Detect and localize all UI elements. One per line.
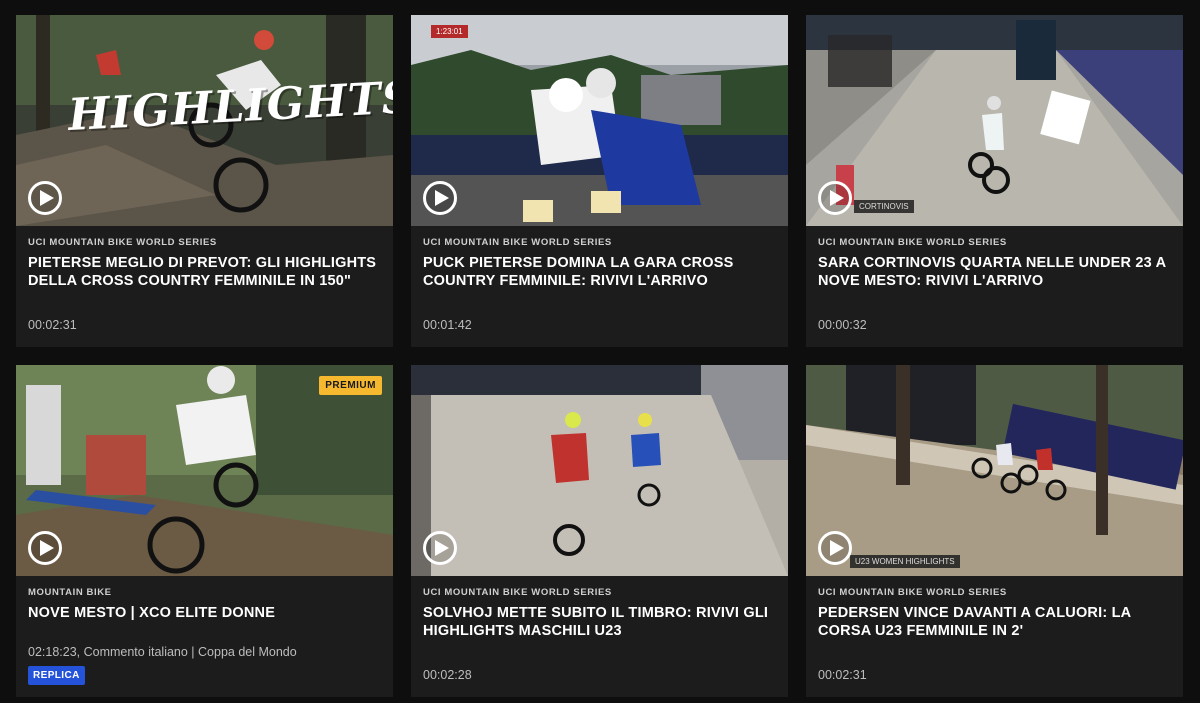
video-duration: 00:02:31 [28,318,77,332]
video-duration: 00:01:42 [423,318,472,332]
video-category: MOUNTAIN BIKE [28,587,112,598]
video-duration: 00:00:32 [818,318,867,332]
video-card[interactable]: UCI MOUNTAIN BIKE WORLD SERIES SOLVHOJ M… [411,365,788,697]
video-card[interactable]: PREMIUM MOUNTAIN BIKE NOVE MESTO | XCO E… [16,365,393,697]
play-icon[interactable] [423,531,457,565]
thumbnail-image [806,15,1183,226]
play-icon[interactable] [423,181,457,215]
highlights-overlay-tag: U23 WOMEN HIGHLIGHTS [850,555,960,568]
video-category: UCI MOUNTAIN BIKE WORLD SERIES [818,237,1007,248]
video-meta: 02:18:23, Commento italiano | Coppa del … [28,645,297,659]
thumbnail-image [806,365,1183,576]
video-thumbnail[interactable]: PREMIUM [16,365,393,576]
video-category: UCI MOUNTAIN BIKE WORLD SERIES [423,587,612,598]
video-card[interactable]: 1:23:01 UCI MOUNTAIN BIKE WORLD SERIES P… [411,15,788,347]
video-category: UCI MOUNTAIN BIKE WORLD SERIES [818,587,1007,598]
thumbnail-image [411,365,788,576]
play-icon[interactable] [818,531,852,565]
video-category: UCI MOUNTAIN BIKE WORLD SERIES [423,237,612,248]
play-icon[interactable] [28,531,62,565]
video-grid: HIGHLIGHTS UCI MOUNTAIN BIKE WORLD SERIE… [16,15,1183,697]
video-thumbnail[interactable]: 1:23:01 [411,15,788,226]
video-duration: 00:02:28 [423,668,472,682]
video-title[interactable]: PEDERSEN VINCE DAVANTI A CALUORI: LA COR… [818,604,1171,644]
video-title[interactable]: SARA CORTINOVIS QUARTA NELLE UNDER 23 A … [818,254,1171,294]
video-card[interactable]: U23 WOMEN HIGHLIGHTS UCI MOUNTAIN BIKE W… [806,365,1183,697]
video-title[interactable]: SOLVHOJ METTE SUBITO IL TIMBRO: RIVIVI G… [423,604,776,644]
premium-badge: PREMIUM [319,376,382,395]
race-timer-overlay: 1:23:01 [431,25,468,38]
video-title[interactable]: NOVE MESTO | XCO ELITE DONNE [28,604,381,644]
video-thumbnail[interactable] [411,365,788,576]
play-icon[interactable] [28,181,62,215]
video-thumbnail[interactable]: U23 WOMEN HIGHLIGHTS [806,365,1183,576]
replica-badge: REPLICA [28,666,85,685]
video-title[interactable]: PIETERSE MEGLIO DI PREVOT: GLI HIGHLIGHT… [28,254,381,294]
video-card[interactable]: CORTINOVIS UCI MOUNTAIN BIKE WORLD SERIE… [806,15,1183,347]
video-thumbnail[interactable]: CORTINOVIS [806,15,1183,226]
video-thumbnail[interactable]: HIGHLIGHTS [16,15,393,226]
video-category: UCI MOUNTAIN BIKE WORLD SERIES [28,237,217,248]
video-title[interactable]: PUCK PIETERSE DOMINA LA GARA CROSS COUNT… [423,254,776,294]
video-duration: 00:02:31 [818,668,867,682]
thumbnail-image [411,15,788,226]
play-icon[interactable] [818,181,852,215]
rider-name-overlay: CORTINOVIS [854,200,914,213]
video-card[interactable]: HIGHLIGHTS UCI MOUNTAIN BIKE WORLD SERIE… [16,15,393,347]
thumbnail-image [16,365,393,576]
